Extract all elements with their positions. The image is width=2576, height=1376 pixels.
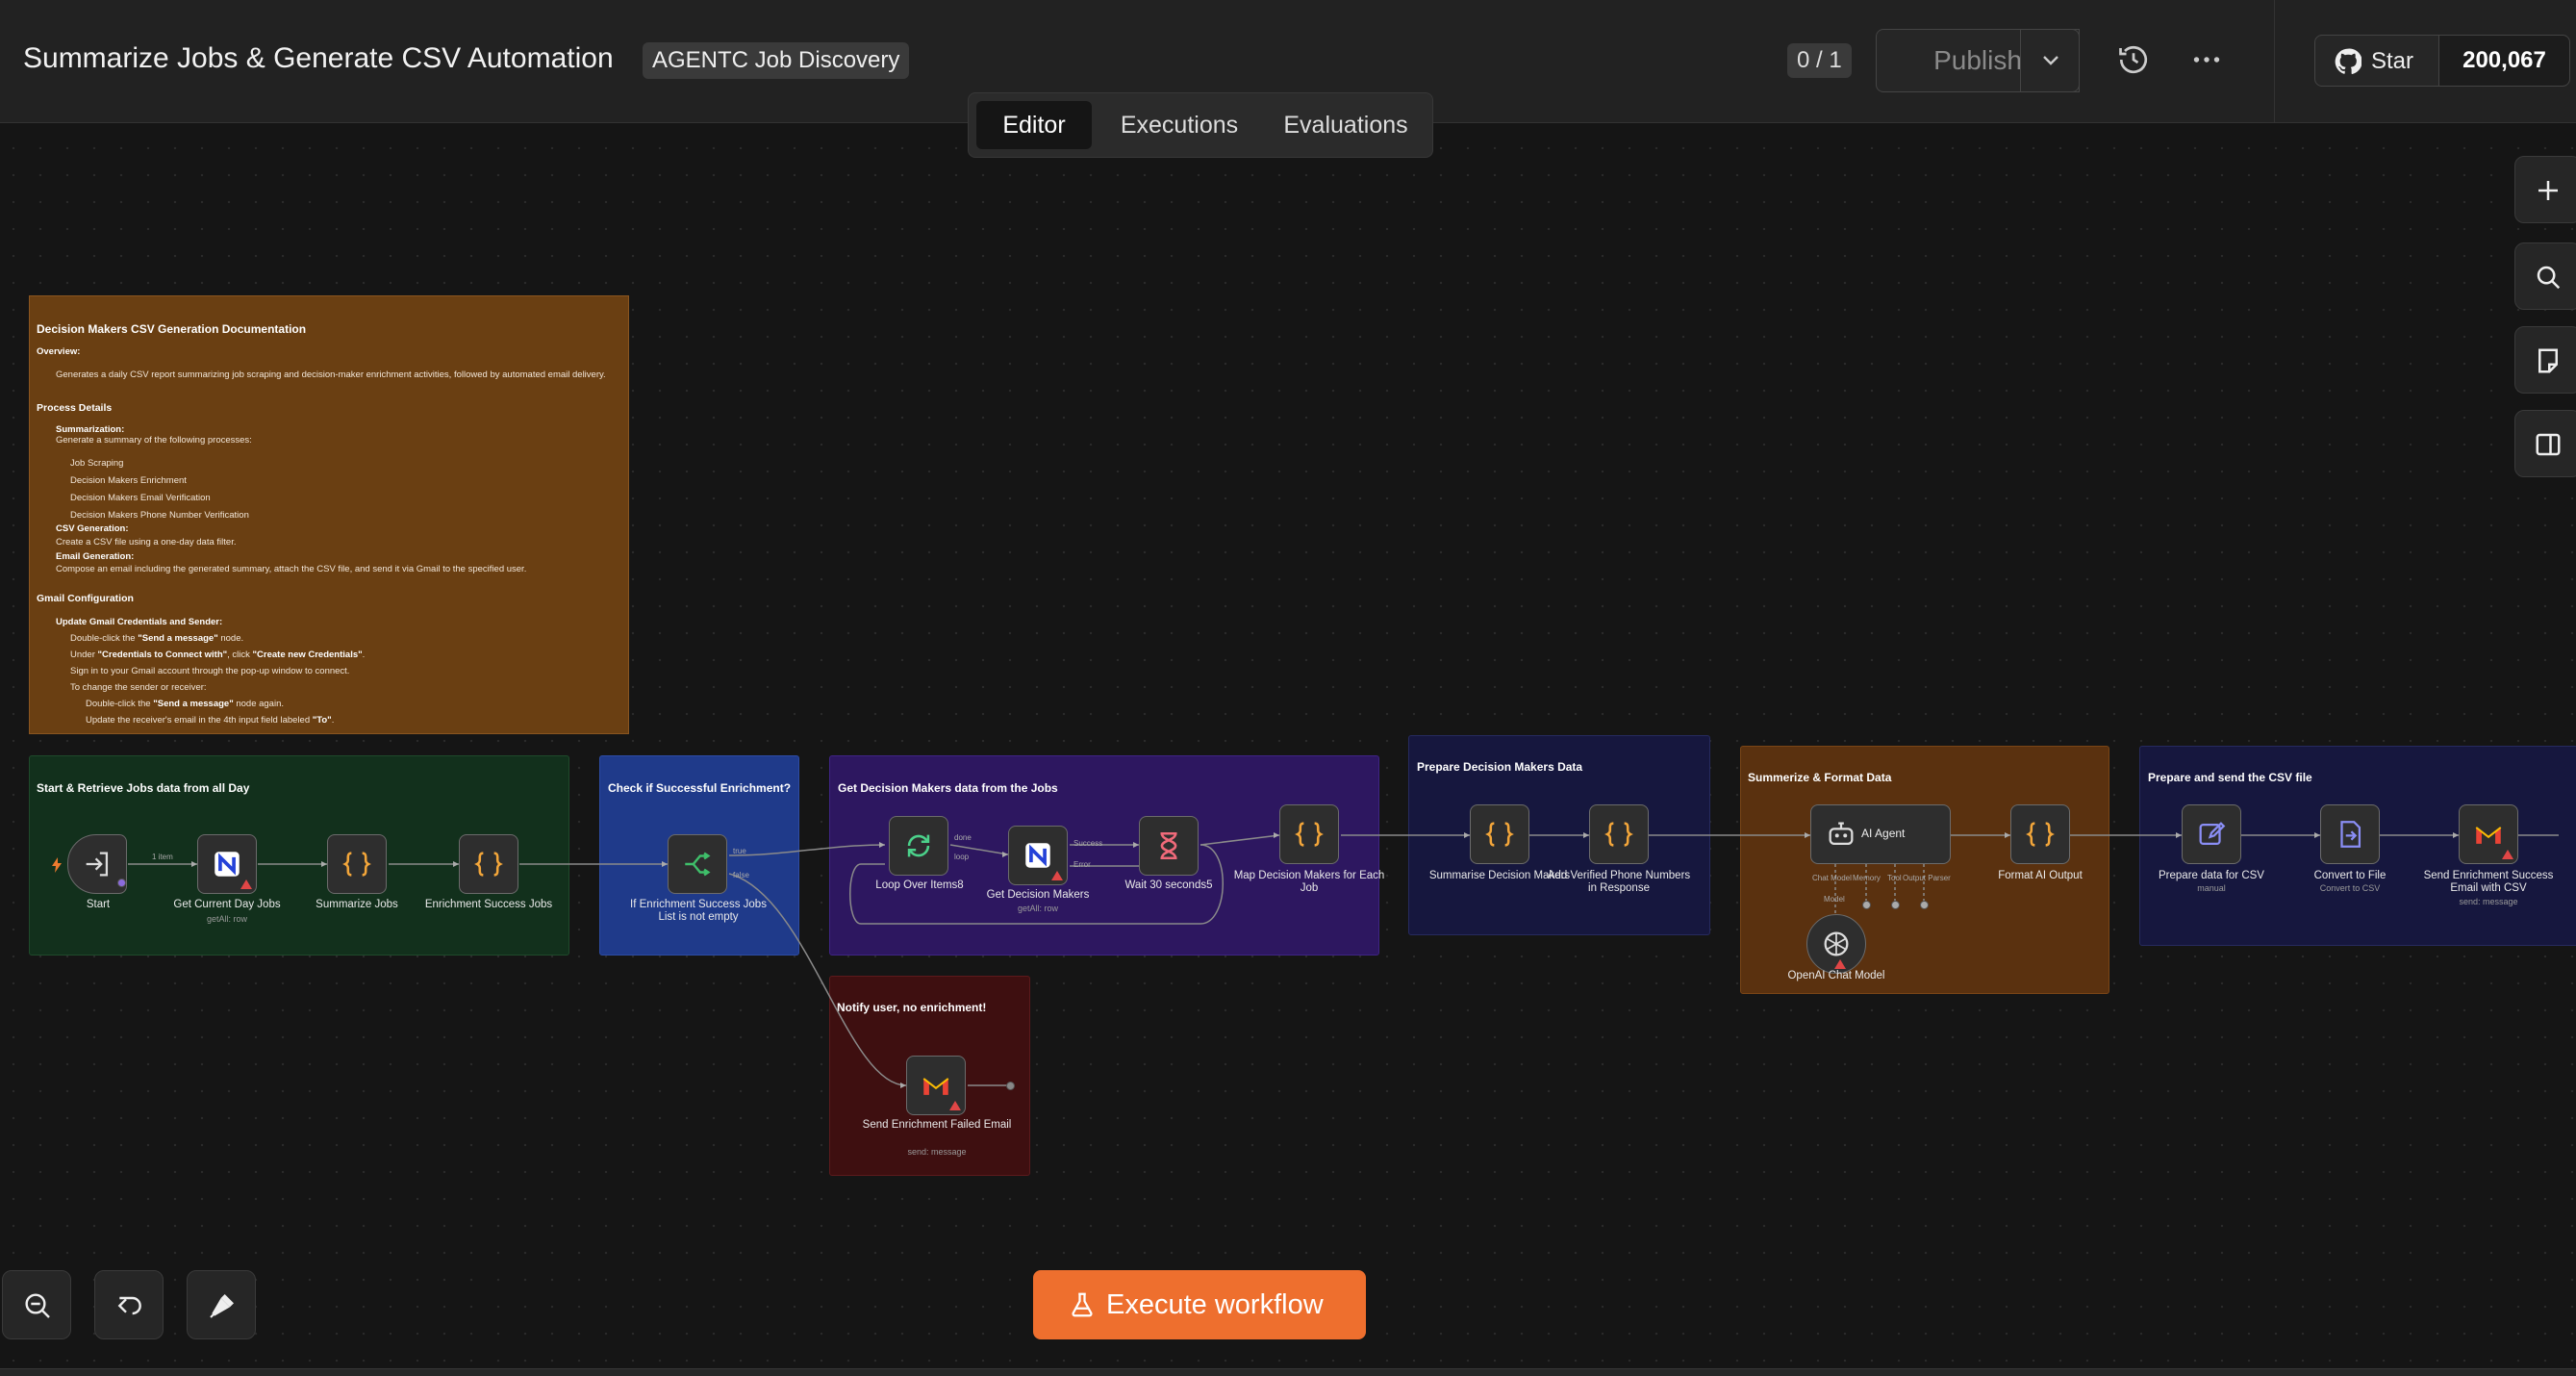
file-export-icon [2340,821,2361,848]
node-summarize-jobs-label: Summarize Jobs [316,899,398,910]
node-send-failed-email-label: Send Enrichment Failed Email [862,1119,1012,1131]
edge-if-true-to-loop [728,844,886,856]
node-prepare-csv-label: Prepare data for CSV [2159,870,2264,881]
edge-label-error: Error [1073,860,1091,869]
node-ai-agent[interactable]: AI Agent [1810,804,1951,864]
node-prepare-csv[interactable] [2182,804,2241,864]
node-send-success-email[interactable] [2459,804,2518,864]
node-start[interactable] [67,834,127,894]
warning-icon [1834,959,1846,969]
bottom-panel-edge [0,1368,2576,1376]
code-braces-icon [2026,822,2055,847]
edge-label-false: false [733,871,749,879]
node-get-decision-makers-sub: getAll: row [1017,904,1059,913]
node-enrichment-success-jobs-label: Enrichment Success Jobs [424,899,553,910]
zoom-out-icon [25,1293,50,1318]
hourglass-icon [1160,831,1177,860]
code-braces-icon [1295,822,1324,847]
node-send-failed-email[interactable] [906,1056,966,1115]
edge-label-tool: Tool [1887,874,1902,882]
node-ai-agent-label: AI Agent [1861,827,1906,840]
workflow-canvas[interactable]: Summarize Jobs & Generate CSV Automation… [0,0,2576,1376]
execute-workflow-label: Execute workflow [1106,1289,1324,1320]
node-wait[interactable] [1139,816,1199,876]
node-format-ai-output-label: Format AI Output [1998,870,2083,881]
edge-label-items: 1 item [152,853,173,861]
node-send-success-email-label: Send Enrichment Success Email with CSV [2423,870,2554,894]
workflow-connections [128,832,2559,1088]
node-summarise-decision-makers[interactable] [1470,804,1529,864]
node-add-verified-phone-label: Add Verified Phone Numbers in Response [1547,870,1691,894]
execute-workflow-button[interactable]: Execute workflow [1033,1270,1366,1339]
nocodb-icon [1025,843,1050,868]
node-convert-to-file[interactable] [2320,804,2380,864]
edge-label-output-parser: Output Parser [1903,874,1951,882]
edit-pen-icon [2199,822,2226,846]
node-get-current-day-jobs-sub: getAll: row [206,914,248,924]
node-loop-over-items[interactable] [889,816,948,876]
node-wait-label: Wait 30 seconds5 [1124,879,1213,891]
node-send-failed-email-sub: send: message [907,1147,967,1157]
robot-icon [1829,822,1854,846]
node-get-current-day-jobs[interactable] [197,834,257,894]
output-port[interactable] [1006,1082,1015,1090]
flask-icon [1072,1292,1093,1317]
node-badge [117,879,126,887]
openai-icon [1824,931,1849,956]
node-convert-to-file-label: Convert to File [2313,870,2387,881]
node-if-enrichment-label: If Enrichment Success Jobs List is not e… [630,899,767,923]
zoom-out-button[interactable] [2,1270,71,1339]
node-summarize-jobs[interactable] [327,834,387,894]
node-send-success-email-sub: send: message [2459,897,2518,906]
edge-label-model: Model [1824,895,1845,904]
node-get-decision-makers[interactable] [1008,826,1068,885]
node-openai-model[interactable] [1806,914,1866,974]
edge-label-done: done [954,833,972,842]
enter-icon [86,852,109,877]
tidy-up-button[interactable] [187,1270,256,1339]
node-format-ai-output[interactable] [2010,804,2070,864]
edge-label-success: Success [1073,839,1103,848]
code-braces-icon [1604,822,1633,847]
edge-label-loop: loop [954,853,970,861]
port-tool[interactable] [1891,901,1900,909]
port-memory[interactable] [1862,901,1871,909]
warning-icon [2502,850,2513,859]
trigger-bolt-icon [52,857,62,873]
nocodb-icon [215,852,240,877]
node-convert-to-file-sub: Convert to CSV [2319,883,2381,893]
undo-icon [117,1296,141,1315]
warning-icon [949,1101,961,1110]
edge-label-memory: Memory [1853,874,1881,882]
edge-label-chat-model: Chat Model [1812,874,1852,882]
node-openai-model-label: OpenAI Chat Model [1787,970,1885,981]
node-enrichment-success-jobs[interactable] [459,834,518,894]
edge-wait-to-map [1200,834,1280,846]
node-map-decision-makers-label: Map Decision Makers for Each Job [1233,870,1385,894]
node-if-enrichment[interactable] [668,834,727,894]
broom-icon [210,1294,234,1318]
undo-button[interactable] [94,1270,164,1339]
branch-icon [685,852,711,877]
loop-icon [907,834,930,857]
gmail-icon [2475,827,2502,844]
code-braces-icon [1485,822,1514,847]
node-map-decision-makers[interactable] [1279,804,1339,864]
node-add-verified-phone[interactable] [1589,804,1649,864]
node-prepare-csv-sub: manual [2197,883,2226,893]
warning-icon [240,879,252,889]
edge-label-true: true [733,847,746,855]
gmail-icon [922,1078,949,1095]
code-braces-icon [474,852,503,877]
code-braces-icon [342,852,371,877]
port-output-parser[interactable] [1920,901,1929,909]
warning-icon [1051,871,1063,880]
